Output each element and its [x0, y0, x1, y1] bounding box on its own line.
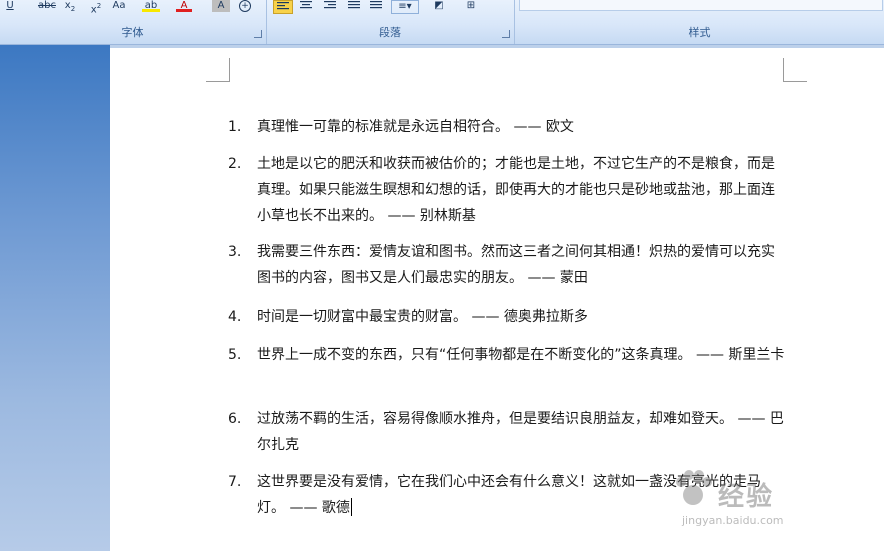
align-left-icon	[277, 2, 289, 10]
workspace-side-background	[0, 45, 110, 551]
character-shading-button[interactable]: A	[212, 0, 230, 12]
paragraph-dialog-launcher-icon[interactable]	[502, 30, 510, 38]
list-item-number: 6.	[228, 411, 242, 427]
list-item-number: 7.	[228, 474, 242, 490]
shading-button[interactable]: ◩	[429, 0, 449, 12]
align-center-icon	[300, 1, 312, 9]
align-center-button[interactable]	[297, 0, 315, 12]
styles-group-label: 样式	[688, 26, 711, 39]
font-color-button[interactable]: A	[174, 0, 194, 12]
paragraph-group-label: 段落	[379, 26, 401, 39]
list-item-number: 5.	[228, 347, 242, 363]
line-spacing-button[interactable]: ≡▾	[391, 0, 419, 14]
distributed-button[interactable]	[367, 0, 385, 12]
ribbon: U abc x2 x2 Aa ab A A + 字体 ≡▾ ◩ ⊞ 段落 样式	[0, 0, 884, 45]
font-group: U abc x2 x2 Aa ab A A + 字体	[0, 0, 265, 44]
font-color-bar	[176, 9, 192, 12]
watermark-url: jingyan.baidu.com	[682, 514, 784, 527]
strikethrough-button[interactable]: abc	[38, 0, 56, 12]
font-dialog-launcher-icon[interactable]	[254, 30, 262, 38]
subscript-button[interactable]: x2	[62, 0, 78, 13]
align-right-icon	[324, 1, 336, 9]
justify-button[interactable]	[345, 0, 363, 12]
text-cursor	[350, 498, 352, 516]
quick-styles-gallery[interactable]	[519, 0, 883, 11]
list-item-text: 时间是一切财富中最宝贵的财富。 —— 德奥弗拉斯多	[257, 309, 588, 325]
list-item-number: 2.	[228, 156, 242, 172]
list-item-number: 1.	[228, 119, 242, 135]
list-item-text: 真理惟一可靠的标准就是永远自相符合。 —— 欧文	[257, 119, 574, 135]
distributed-icon	[370, 1, 382, 9]
list-item-text: 土地是以它的肥沃和收获而被估价的；才能也是土地，不过它生产的不是粮食，而是真理。…	[257, 156, 775, 224]
list-item-text: 过放荡不羁的生活，容易得像顺水推舟，但是要结识良朋益友，却难如登天。 —— 巴尔…	[257, 411, 784, 453]
align-left-button[interactable]	[273, 0, 293, 14]
paw-logo-icon	[676, 470, 712, 505]
highlight-color-bar	[142, 9, 160, 12]
list-item-number: 3.	[228, 244, 242, 260]
styles-group: 样式	[515, 0, 884, 44]
watermark-brand: 经验	[718, 482, 775, 512]
line-spacing-icon: ≡▾	[398, 1, 412, 12]
borders-button[interactable]: ⊞	[461, 0, 481, 12]
list-item-number: 4.	[228, 309, 242, 325]
paint-bucket-icon: ◩	[434, 0, 444, 11]
watermark: 经验 jingyan.baidu.com	[668, 462, 868, 542]
paragraph-group: ≡▾ ◩ ⊞ 段落	[267, 0, 513, 44]
align-right-button[interactable]	[321, 0, 339, 12]
change-case-button[interactable]: Aa	[110, 0, 128, 12]
underline-button[interactable]: U	[4, 0, 16, 12]
highlight-color-button[interactable]: ab	[140, 0, 162, 12]
borders-icon: ⊞	[466, 0, 476, 11]
font-group-label: 字体	[121, 26, 144, 39]
superscript-button[interactable]: x2	[88, 0, 104, 15]
list-item-text: 世界上一成不变的东西，只有“任何事物都是在不断变化的”这条真理。 —— 斯里兰卡	[257, 347, 785, 363]
justify-icon	[348, 1, 360, 9]
list-item-text: 我需要三件东西：爱情友谊和图书。然而这三者之间何其相通！炽热的爱情可以充实图书的…	[257, 244, 775, 286]
enclose-circle-icon: +	[239, 0, 251, 12]
enclose-characters-button[interactable]: +	[236, 0, 254, 12]
